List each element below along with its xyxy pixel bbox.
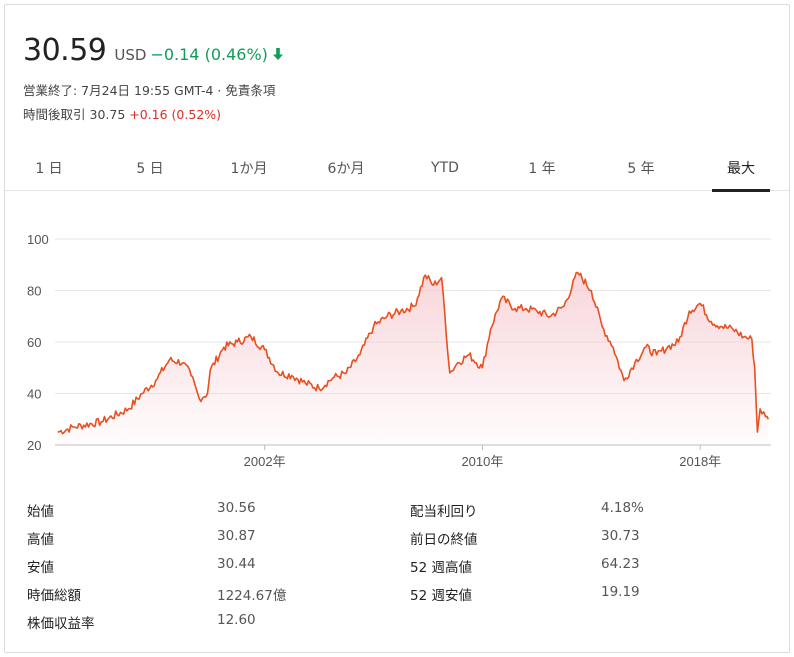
stat-label: 安値	[27, 560, 54, 576]
price-area-fill	[57, 272, 769, 445]
stat-value: 64.23	[601, 556, 640, 572]
tab-ytd[interactable]: YTD	[413, 145, 477, 191]
stat-label: 52 週安値	[410, 588, 472, 604]
stat-label: 時価総額	[27, 588, 81, 604]
y-tick-label: 20	[27, 438, 41, 453]
price-chart: 20 40 60 80 100 2002年 2010年 2018年	[27, 232, 771, 469]
stat-value: 12.60	[217, 612, 256, 628]
stat-value: 19.19	[601, 584, 640, 600]
stat-label: 高値	[27, 532, 54, 548]
stock-quote-card: 30.59 USD −0.14 (0.46%) 営業終了: 7月24日 19:55 …	[4, 4, 790, 653]
tab-6-months[interactable]: 6か月	[314, 145, 378, 191]
stat-label: 配当利回り	[410, 504, 478, 520]
currency-label: USD	[114, 46, 147, 64]
stat-value: 1224.67億	[217, 588, 287, 604]
quote-header: 30.59 USD −0.14 (0.46%)	[23, 33, 284, 68]
after-hours-price: 30.75	[89, 107, 126, 122]
x-tick-label: 2002年	[244, 454, 286, 469]
after-hours-label: 時間後取引	[23, 107, 86, 122]
tab-5-years[interactable]: 5 年	[609, 145, 673, 191]
y-tick-label: 40	[27, 387, 41, 402]
tab-max[interactable]: 最大	[712, 145, 770, 192]
stat-value: 30.56	[217, 500, 256, 516]
stat-label: 52 週高値	[410, 560, 472, 576]
market-status: 営業終了: 7月24日 19:55 GMT-4 · 免責条項	[23, 83, 276, 98]
arrow-down-icon	[272, 46, 284, 65]
range-tabs: 1 日 5 日 1か月 6か月 YTD 1 年 5 年 最大	[5, 145, 789, 192]
y-tick-label: 60	[27, 335, 41, 350]
tab-1-year[interactable]: 1 年	[510, 145, 574, 191]
stat-value: 30.44	[217, 556, 256, 572]
current-price: 30.59	[23, 33, 107, 68]
tab-5-days[interactable]: 5 日	[118, 145, 182, 191]
stat-value: 4.18%	[601, 500, 644, 516]
stat-label: 株価収益率	[27, 616, 95, 632]
y-tick-label: 80	[27, 284, 41, 299]
after-hours-row: 時間後取引 30.75 +0.16 (0.52%)	[23, 104, 221, 123]
price-change: −0.14 (0.46%)	[150, 45, 268, 64]
tab-1-day[interactable]: 1 日	[19, 145, 79, 191]
stat-label: 始値	[27, 504, 54, 520]
stat-value: 30.73	[601, 528, 640, 544]
y-tick-label: 100	[27, 232, 49, 247]
after-hours-change: +0.16 (0.52%)	[129, 107, 222, 122]
stat-label: 前日の終値	[410, 532, 478, 548]
stat-value: 30.87	[217, 528, 256, 544]
x-tick-label: 2018年	[679, 454, 721, 469]
x-tick-label: 2010年	[461, 454, 503, 469]
tab-1-month[interactable]: 1か月	[217, 145, 281, 191]
